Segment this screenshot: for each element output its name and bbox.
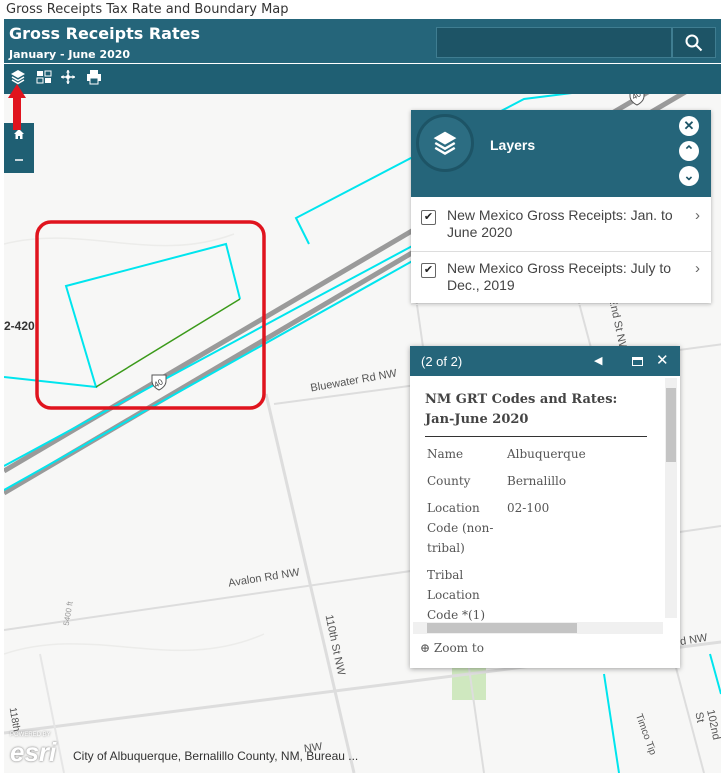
field-location-code-label: Location Code (non-tribal) (427, 501, 494, 555)
measure-tool-button[interactable] (58, 69, 78, 89)
legend-icon (36, 70, 52, 84)
zoom-to-label: Zoom to (433, 641, 484, 655)
maximize-icon[interactable] (632, 357, 643, 366)
previous-feature-button[interactable]: ◀ (594, 354, 602, 367)
street-label-102nd-right: 102nd St (692, 708, 721, 741)
layer-label: New Mexico Gross Receipts: Jan. to June … (447, 207, 673, 240)
layer-item-jan-june-2020[interactable]: ✔ New Mexico Gross Receipts: Jan. to Jun… (411, 200, 711, 252)
field-name-value: Albuquerque (507, 447, 586, 461)
close-icon: ✕ (683, 118, 695, 133)
esri-wordmark: esri (10, 737, 57, 767)
layers-panel-header: Layers ✕ ⌃ ⌄ (411, 110, 711, 197)
search-button[interactable] (672, 27, 716, 58)
map-toolbar (4, 64, 721, 94)
field-location-code-value: 02-100 (507, 501, 550, 515)
close-panel-button[interactable]: ✕ (679, 116, 699, 136)
layers-icon (416, 114, 474, 172)
chevron-down-icon: ⌄ (683, 168, 695, 183)
minus-icon (15, 159, 23, 161)
legend-tool-button[interactable] (34, 69, 54, 89)
popup-header: (2 of 2) ◀ ✕ (410, 346, 680, 376)
popup-content: NM GRT Codes and Rates: Jan-June 2020 Na… (410, 376, 666, 622)
popup-horizontal-scrollbar[interactable] (413, 622, 663, 634)
scrollbar-thumb[interactable] (666, 388, 676, 462)
popup-divider (425, 436, 647, 437)
feature-popup: (2 of 2) ◀ ✕ NM GRT Codes and Rates: Jan… (410, 346, 680, 668)
layer-checkbox[interactable]: ✔ (421, 263, 436, 278)
red-arrow-annotation (8, 84, 26, 130)
print-tool-button[interactable] (84, 69, 104, 89)
layers-icon (11, 70, 25, 85)
app-subtitle: January - June 2020 (9, 48, 131, 61)
print-icon (87, 70, 101, 85)
layers-panel-title: Layers (490, 137, 536, 153)
popup-title: NM GRT Codes and Rates: Jan-June 2020 (425, 392, 618, 427)
layer-item-july-dec-2019[interactable]: ✔ New Mexico Gross Receipts: July to Dec… (411, 253, 711, 305)
esri-logo: POWERED BY esri (10, 732, 56, 766)
popup-feature-count: (2 of 2) (421, 354, 463, 369)
layer-label: New Mexico Gross Receipts: July to Dec.,… (447, 260, 672, 293)
layers-panel: Layers ✕ ⌃ ⌄ ✔ New Mexico Gross Receipts… (411, 110, 711, 305)
collapse-panel-button[interactable]: ⌃ (679, 141, 699, 161)
app-header: Gross Receipts Rates January - June 2020 (4, 19, 721, 63)
chevron-right-icon[interactable]: › (695, 260, 700, 277)
map-zoom-controls (4, 123, 34, 173)
search-icon (685, 34, 703, 52)
field-name-label: Name (427, 447, 464, 461)
field-county-label: County (427, 474, 471, 488)
field-county-value: Bernalillo (507, 474, 567, 488)
zoom-in-icon: ⊕ (420, 641, 431, 655)
zoom-out-button[interactable] (4, 148, 34, 173)
scrollbar-thumb[interactable] (427, 623, 577, 633)
layer-checkbox[interactable]: ✔ (421, 210, 436, 225)
chevron-right-icon[interactable]: › (695, 207, 700, 224)
close-popup-icon[interactable]: ✕ (656, 351, 669, 369)
app-title: Gross Receipts Rates (9, 24, 200, 43)
expand-panel-button[interactable]: ⌄ (679, 166, 699, 186)
field-tribal-code-label: Tribal Location Code *(1) (427, 568, 486, 622)
chevron-up-icon: ⌃ (683, 143, 695, 158)
zoom-to-link[interactable]: ⊕ Zoom to (420, 641, 484, 655)
map-label-partial-road: 2-420 (4, 319, 35, 333)
popup-vertical-scrollbar[interactable] (665, 378, 677, 618)
document-title: Gross Receipts Tax Rate and Boundary Map (6, 2, 289, 17)
map-attribution: City of Albuquerque, Bernalillo County, … (73, 749, 359, 763)
move-icon (61, 70, 75, 84)
search-input[interactable] (436, 27, 672, 58)
